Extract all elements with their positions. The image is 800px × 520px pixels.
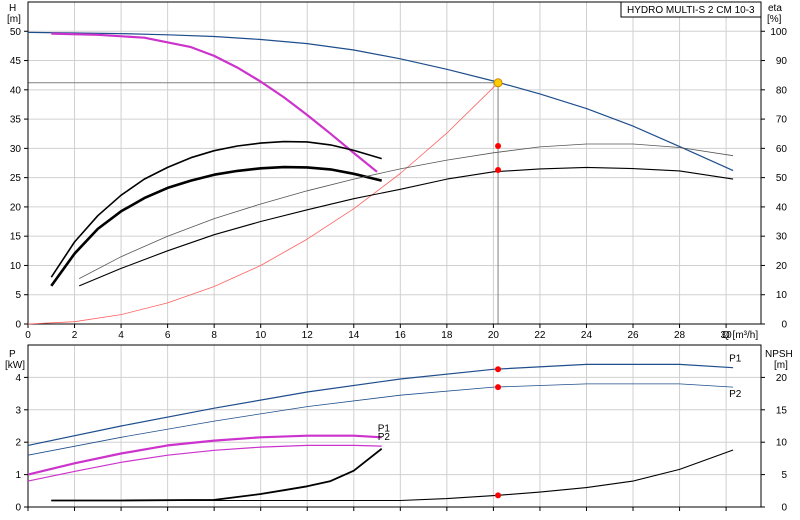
y-tick-label-right: 50 [776, 173, 788, 184]
chart-title: HYDRO MULTI-S 2 CM 10-3 [627, 5, 755, 16]
x-tick-label: 12 [302, 330, 314, 341]
bottom-plot-frame [27, 344, 762, 508]
operating-point-marker [495, 366, 502, 373]
operating-point-marker [495, 143, 502, 150]
x-tick-label: 10 [255, 330, 267, 341]
x-tick-label: 18 [441, 330, 453, 341]
y-tick-label-right: 70 [776, 115, 788, 126]
y-tick-label-right: 10 [776, 290, 788, 301]
y-tick-label-left: 0 [15, 503, 21, 514]
top-plot-frame [27, 1, 762, 325]
x-tick-label: 2 [72, 330, 78, 341]
y-tick-label-left: 2 [15, 438, 21, 449]
bottom-ylabel-left: P [9, 349, 16, 360]
y-tick-label-left: 1 [15, 470, 21, 481]
y-tick-label-right: 30 [776, 232, 788, 243]
series-label: P1 [729, 354, 742, 365]
top-ylabel-left: H [9, 3, 16, 14]
power-npsh-panel: 0123405101520 P [kW] NPSH [m] P1P2P1P2 [5, 344, 793, 514]
series-label: P2 [729, 389, 742, 400]
series-line-1 [27, 383, 734, 456]
y-tick-label-right: 5 [781, 470, 787, 481]
operating-point-marker [495, 167, 502, 174]
top-series [27, 31, 734, 325]
bottom-ylabel-left-unit: [kW] [5, 360, 25, 371]
y-tick-label-left: 4 [15, 373, 21, 384]
top-grid [28, 2, 761, 324]
series-line-2 [27, 434, 382, 476]
y-tick-label-left: 5 [15, 290, 21, 301]
y-tick-label-left: 20 [10, 202, 22, 213]
y-tick-label-left: 25 [10, 173, 22, 184]
y-tick-label-left: 15 [10, 232, 22, 243]
y-tick-label-left: 10 [10, 261, 22, 272]
y-tick-label-right: 10 [776, 438, 788, 449]
y-tick-label-right: 0 [781, 320, 787, 331]
x-axis-label: Q [m³/h] [722, 330, 758, 341]
x-tick-label: 26 [627, 330, 639, 341]
y-tick-label-right: 60 [776, 144, 788, 155]
top-ylabel-right: eta [768, 3, 782, 14]
y-tick-label-right: 40 [776, 202, 788, 213]
x-tick-label: 14 [348, 330, 360, 341]
pump-performance-chart: 0 2 4 6 8 10 12 14 16 18 20 22 24 26 28 300510152025303… [5, 1, 793, 514]
operating-point-marker [495, 384, 502, 391]
series-line-0 [27, 31, 734, 172]
y-tick-label-right: 15 [776, 405, 788, 416]
y-tick-label-left: 50 [10, 27, 22, 38]
y-tick-label-left: 40 [10, 85, 22, 96]
y-tick-label-right: 90 [776, 56, 788, 67]
y-tick-label-right: 80 [776, 85, 788, 96]
y-tick-label-right: 20 [776, 373, 788, 384]
y-tick-label-left: 0 [15, 320, 21, 331]
top-ylabel-right-unit: [%] [767, 14, 782, 25]
y-tick-label-left: 45 [10, 56, 22, 67]
top-ylabel-left-unit: [m] [7, 14, 21, 25]
duty-point-marker [493, 78, 503, 88]
head-efficiency-panel: 0 2 4 6 8 10 12 14 16 18 20 22 24 26 28 300510152025303… [7, 1, 788, 341]
x-tick-label: 8 [211, 330, 217, 341]
bottom-ylabel-right-unit: [m] [774, 360, 788, 371]
y-tick-label-left: 3 [15, 405, 21, 416]
y-tick-label-left: 30 [10, 144, 22, 155]
y-tick-label-right: 0 [781, 503, 787, 514]
top-ticks: 0 2 4 6 8 10 12 14 16 18 20 22 24 26 28 300510152025303… [10, 27, 788, 341]
x-tick-label: 20 [488, 330, 500, 341]
x-tick-label: 0 [25, 330, 31, 341]
y-tick-label-right: 100 [770, 27, 787, 38]
x-tick-label: 22 [534, 330, 546, 341]
bottom-series: P1P2P1P2 [27, 354, 742, 502]
bottom-grid [28, 345, 761, 507]
bottom-markers [495, 366, 502, 499]
y-tick-label-left: 35 [10, 115, 22, 126]
x-tick-label: 6 [165, 330, 171, 341]
x-tick-label: 28 [674, 330, 686, 341]
series-label: P2 [378, 432, 391, 443]
series-line-3 [50, 140, 382, 278]
y-tick-label-right: 20 [776, 261, 788, 272]
bottom-ticks: 0 1 2 3 4 0 5 10 15 20 [15, 373, 787, 514]
bottom-ylabel-right: NPSH [765, 349, 793, 360]
series-line-3 [27, 444, 382, 482]
x-tick-label: 4 [118, 330, 124, 341]
x-tick-label: 16 [395, 330, 407, 341]
operating-point-marker [495, 492, 502, 499]
x-tick-label: 24 [581, 330, 593, 341]
